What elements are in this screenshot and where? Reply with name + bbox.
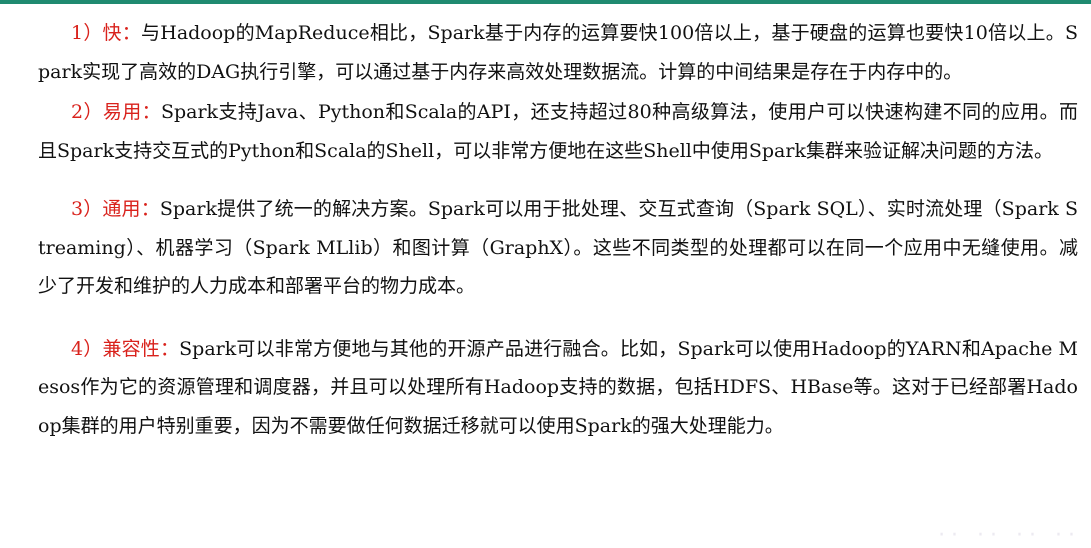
top-rule	[0, 0, 1091, 4]
paragraph-ease-of-use: 2）易用：Spark支持Java、Python和Scala的API，还支持超过8…	[38, 93, 1078, 170]
paragraph-label: 3）通用：	[71, 198, 160, 220]
paragraph-label: 2）易用：	[71, 101, 161, 123]
paragraph-label: 1）快：	[71, 22, 142, 44]
paragraph-label: 4）兼容性：	[71, 337, 180, 360]
paragraph-generality: 3）通用：Spark提供了统一的解决方案。Spark可以用于批处理、交互式查询（…	[38, 190, 1078, 306]
paragraph-text: Spark支持Java、Python和Scala的API，还支持超过80种高级算…	[38, 101, 1078, 162]
document-body: 1）快：与Hadoop的MapReduce相比，Spark基于内存的运算要快10…	[38, 14, 1078, 445]
paragraph-speed: 1）快：与Hadoop的MapReduce相比，Spark基于内存的运算要快10…	[38, 14, 1078, 91]
paragraph-text: Spark提供了统一的解决方案。Spark可以用于批处理、交互式查询（Spark…	[38, 198, 1079, 297]
paragraph-text: 与Hadoop的MapReduce相比，Spark基于内存的运算要快100倍以上…	[38, 22, 1078, 83]
paragraph-compatibility: 4）兼容性：Spark可以非常方便地与其他的开源产品进行融合。比如，Spark可…	[38, 330, 1078, 446]
paragraph-text: Spark可以非常方便地与其他的开源产品进行融合。比如，Spark可以使用Had…	[38, 337, 1078, 437]
